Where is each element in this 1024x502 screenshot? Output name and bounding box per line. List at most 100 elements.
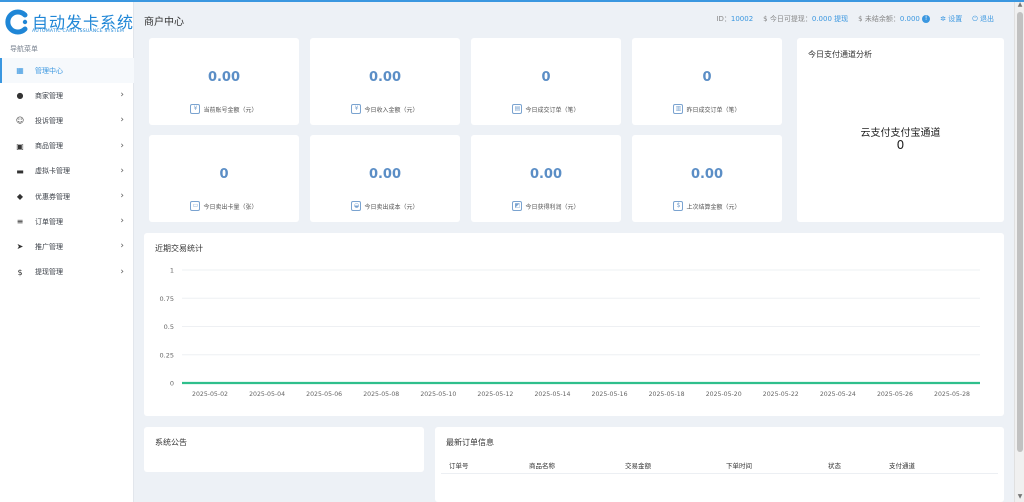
data-point xyxy=(266,382,268,384)
sidebar-item-virtual-cards[interactable]: ▬ 虚拟卡管理 › xyxy=(0,159,134,184)
info-icon[interactable]: ! xyxy=(922,15,931,23)
stat-label: 今日卖出成本（元） xyxy=(364,203,419,211)
stat-card-profit: 0.00 ◩ 今日获得利润（元） xyxy=(471,135,621,222)
merchant-id-value: 10002 xyxy=(730,15,754,23)
stat-card-today-income: 0.00 ¥ 今日收入金额（元） xyxy=(310,38,460,125)
stat-label: 当前账号金额（元） xyxy=(203,106,258,114)
y-tick-label: 0 xyxy=(170,380,174,388)
sidebar-nav: ▦ 管理中心 ● 商家管理 › ☺ 投诉管理 › ▣ 商品管理 › ▬ 虚拟卡管… xyxy=(0,58,134,285)
stat-label-row: ◒ 今日卖出成本（元） xyxy=(310,201,460,211)
sidebar-item-withdrawals[interactable]: $ 提现管理 › xyxy=(0,260,134,285)
x-tick-label: 2025-05-20 xyxy=(706,391,742,398)
column-product-name[interactable]: 商品名称 xyxy=(529,460,625,470)
data-point xyxy=(779,382,782,384)
wallet-icon: ¥ xyxy=(190,104,201,114)
scroll-thumb[interactable] xyxy=(1017,12,1023,452)
card-icon: ▬ xyxy=(16,166,24,176)
y-tick-label: 0.25 xyxy=(160,351,174,359)
send-icon: ➤ xyxy=(16,242,24,252)
data-point xyxy=(323,382,325,384)
sidebar-item-merchants[interactable]: ● 商家管理 › xyxy=(0,83,134,108)
stat-label: 今日获得利润（元） xyxy=(525,203,580,211)
sidebar-item-complaints[interactable]: ☺ 投诉管理 › xyxy=(0,108,134,133)
data-point xyxy=(951,382,953,384)
sidebar-item-orders[interactable]: ≡ 订单管理 › xyxy=(0,209,134,234)
settings-label: 设置 xyxy=(948,15,963,23)
page-title: 商户中心 xyxy=(144,17,184,28)
header-account-info: ID：10002 $ 今日可提现：0.000 提现 $ 未结余额：0.000 !… xyxy=(716,14,994,24)
chevron-right-icon: › xyxy=(120,165,124,176)
stat-value: 0 xyxy=(541,70,551,85)
sidebar-item-label: 提现管理 xyxy=(35,268,63,277)
y-tick-label: 0.75 xyxy=(160,295,174,303)
analysis-channel-name: 云支付支付宝通道 xyxy=(860,128,941,139)
logout-link[interactable]: ⏻ 退出 xyxy=(972,14,994,24)
stat-label-row: ¥ 今日收入金额（元） xyxy=(310,104,460,114)
sidebar-item-dashboard[interactable]: ▦ 管理中心 xyxy=(0,58,134,84)
x-tick-label: 2025-05-12 xyxy=(477,391,513,398)
logo[interactable]: 自动发卡系统 AUTOMATIC CARD ISSUANCE SYSTEM xyxy=(4,8,133,38)
sidebar-item-promotion[interactable]: ➤ 推广管理 › xyxy=(0,234,134,259)
data-point xyxy=(608,382,611,384)
x-tick-label: 2025-05-08 xyxy=(363,391,399,398)
stat-label: 今日收入金额（元） xyxy=(364,106,419,114)
data-point xyxy=(494,382,497,384)
y-tick-label: 1 xyxy=(170,267,174,275)
unsettled-label: $ 未结余额： xyxy=(858,15,900,23)
stat-label: 今日卖出卡量（张） xyxy=(203,203,258,211)
transaction-stats-card: 近期交易统计 0 0.25 0.5 0.75 1 2025-05-02 2025-05-04… xyxy=(144,233,1004,416)
stat-value: 0.00 xyxy=(529,167,563,182)
sidebar-item-products[interactable]: ▣ 商品管理 › xyxy=(0,134,134,159)
stat-card-last-settlement: 0.00 $ 上次结算金额（元） xyxy=(632,135,782,222)
scroll-down-arrow-icon[interactable]: ▼ xyxy=(1015,492,1024,502)
withdrawable-value: 0.000 xyxy=(811,15,832,23)
withdraw-link[interactable]: 提现 xyxy=(834,15,848,23)
column-order-time[interactable]: 下单时间 xyxy=(726,460,828,470)
data-point xyxy=(209,382,211,384)
header: 商户中心 ID：10002 $ 今日可提现：0.000 提现 $ 未结余额：0.… xyxy=(134,2,1014,36)
sidebar-item-label: 推广管理 xyxy=(35,242,63,251)
column-order-no[interactable]: 订单号 xyxy=(441,460,529,470)
dollar-icon: $ xyxy=(17,267,23,277)
x-tick-label: 2025-05-14 xyxy=(534,391,570,398)
withdrawable-label: $ 今日可提现： xyxy=(763,15,812,23)
sidebar-item-coupons[interactable]: ◆ 优惠券管理 › xyxy=(0,184,134,209)
stat-label-row: ▤ 今日成交订单（笔） xyxy=(471,104,621,114)
stat-value: 0.00 xyxy=(368,70,402,85)
x-tick-label: 2025-05-06 xyxy=(306,391,342,398)
chevron-right-icon: › xyxy=(120,90,124,101)
analysis-title: 今日支付通道分析 xyxy=(808,50,872,59)
logout-label: 退出 xyxy=(980,15,994,23)
sidebar-item-label: 商家管理 xyxy=(35,91,63,100)
x-tick-label: 2025-05-04 xyxy=(249,391,285,398)
data-point xyxy=(722,382,725,384)
x-tick-label: 2025-05-16 xyxy=(592,391,628,398)
top-accent-line xyxy=(0,0,1024,2)
stat-card-account-balance: 0.00 ¥ 当前账号金额（元） xyxy=(149,38,299,125)
profit-icon: ◩ xyxy=(512,201,523,211)
transaction-line-chart: 0 0.25 0.5 0.75 1 2025-05-02 2025-05-04 2025-05… xyxy=(160,267,980,398)
order-icon: ▤ xyxy=(512,104,523,114)
x-tick-label: 2025-05-24 xyxy=(820,391,856,398)
stat-value: 0 xyxy=(219,167,229,182)
stat-card-cost-sold: 0.00 ◒ 今日卖出成本（元） xyxy=(310,135,460,222)
settings-link[interactable]: ✲ 设置 xyxy=(940,14,962,24)
merchant-id-label: ID： xyxy=(716,15,731,23)
stat-label-row: $ 上次结算金额（元） xyxy=(632,201,782,211)
system-notice-card: 系统公告 xyxy=(144,427,424,472)
tag-icon: ◆ xyxy=(16,192,24,202)
x-tick-label: 2025-05-28 xyxy=(934,391,970,398)
card-icon: ▭ xyxy=(190,201,201,211)
column-status[interactable]: 状态 xyxy=(828,460,889,470)
data-point xyxy=(437,382,440,384)
data-point xyxy=(894,382,896,384)
stat-card-yesterday-orders: 0 ▥ 昨日成交订单（笔） xyxy=(632,38,782,125)
sidebar-item-label: 投诉管理 xyxy=(35,116,63,125)
x-tick-label: 2025-05-18 xyxy=(649,391,685,398)
column-payment-channel[interactable]: 支付通道 xyxy=(889,460,969,470)
column-amount[interactable]: 交易金额 xyxy=(625,460,726,470)
stat-value: 0.00 xyxy=(690,167,724,182)
orders-title: 最新订单信息 xyxy=(446,438,494,447)
sidebar-item-label: 商品管理 xyxy=(35,142,63,151)
page-scrollbar[interactable]: ▲ ▼ xyxy=(1014,0,1024,502)
